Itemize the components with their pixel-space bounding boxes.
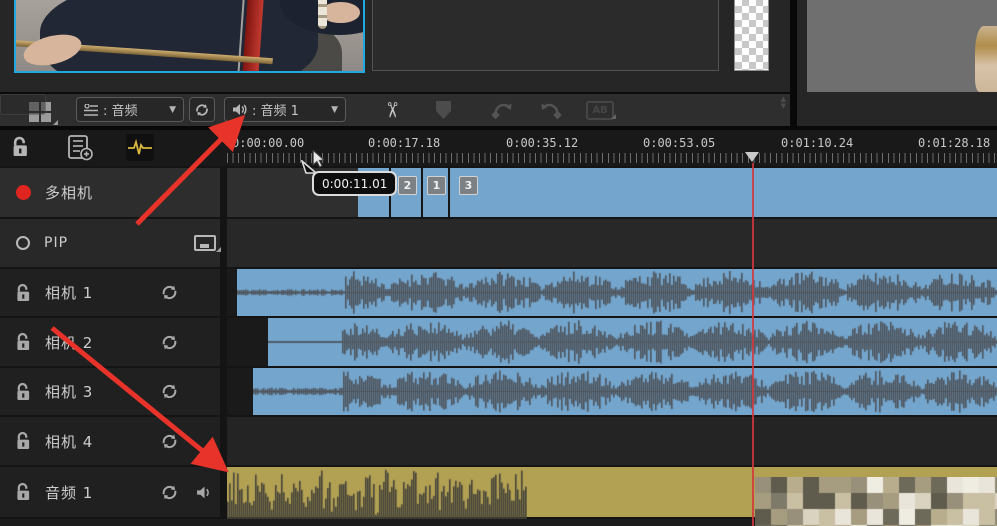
track-head-camera1[interactable]: 相机 1 xyxy=(0,269,220,316)
pixelated-watermark xyxy=(755,477,997,526)
track-row-camera4: 相机 4 xyxy=(0,417,997,465)
track-body-camera3 xyxy=(227,368,997,415)
speaker-icon[interactable] xyxy=(196,485,212,500)
timecode-tooltip: 0:00:11.01 xyxy=(312,171,397,196)
track-row-camera2: 相机 2 xyxy=(0,318,997,366)
mouse-cursor xyxy=(312,150,325,168)
playhead-handle[interactable] xyxy=(745,152,759,162)
split-clip-button[interactable]: ✂ xyxy=(378,96,406,124)
record-indicator-off-icon xyxy=(16,236,30,250)
audio-track-value: : 音频 1 xyxy=(252,100,299,119)
lock-open-icon[interactable] xyxy=(16,431,31,451)
sync-icon[interactable] xyxy=(160,432,179,451)
track-body-pip xyxy=(227,219,997,267)
track-head-pip[interactable]: PIP xyxy=(0,219,220,267)
ruler-label: 0:00:53.05 xyxy=(643,136,715,150)
source-type-value: : 音频 xyxy=(103,100,138,119)
sync-icon xyxy=(194,102,210,118)
ruler-ticks xyxy=(227,153,997,163)
track-row-camera1: 相机 1 xyxy=(0,269,997,316)
track-label: 相机 3 xyxy=(45,381,93,402)
source-type-dropdown[interactable]: : 音频 ▼ xyxy=(76,97,184,122)
preview-image-fragment xyxy=(975,26,997,92)
marker-button[interactable] xyxy=(436,101,451,119)
main-preview xyxy=(807,0,997,92)
track-body-camera4 xyxy=(227,417,997,465)
ruler-label: 0:00:00.00 xyxy=(232,136,304,150)
edit-list-icon[interactable] xyxy=(68,135,93,161)
tooltip-text: 0:00:11.01 xyxy=(322,177,387,191)
camera-number-badge: 2 xyxy=(398,176,417,195)
track-body-camera2 xyxy=(227,318,997,366)
sync-source-button[interactable] xyxy=(189,97,215,122)
track-row-multicam: 多相机 2 1 3 xyxy=(0,168,997,217)
duration-stepper[interactable]: ▲▼ xyxy=(0,94,46,115)
track-label: 相机 1 xyxy=(45,282,93,303)
lock-open-icon[interactable] xyxy=(16,382,31,402)
lock-open-icon[interactable] xyxy=(16,482,31,502)
track-body-camera1 xyxy=(227,269,997,316)
sync-icon[interactable] xyxy=(160,483,179,502)
track-label: 音频 1 xyxy=(45,482,93,503)
track-label: 相机 2 xyxy=(45,332,93,353)
playhead-line[interactable] xyxy=(752,163,754,526)
track-label: PIP xyxy=(44,235,68,251)
camera-number-badge: 1 xyxy=(427,176,446,195)
marker-icon xyxy=(436,101,451,119)
redo-button[interactable] xyxy=(537,100,563,120)
sync-icon[interactable] xyxy=(160,382,179,401)
panel-divider xyxy=(790,0,797,130)
timeline-header: 0:00:00.00 0:00:17.18 0:00:35.12 0:00:53… xyxy=(0,130,997,166)
camera-previews-panel: : 音频 ▼ : 音频 1 ▼ ✂ xyxy=(0,0,790,126)
speaker-icon xyxy=(232,103,247,116)
record-indicator-icon xyxy=(16,185,31,200)
output-preview-panel xyxy=(797,0,997,126)
track-head-camera4[interactable]: 相机 4 xyxy=(0,417,220,465)
camera-preview-empty[interactable] xyxy=(372,0,719,71)
lock-open-icon[interactable] xyxy=(12,135,29,159)
timeline-panel: 0:00:00.00 0:00:17.18 0:00:35.12 0:00:53… xyxy=(0,130,997,526)
camera1-clip[interactable] xyxy=(237,269,997,316)
track-head-audio1[interactable]: 音频 1 xyxy=(0,467,220,517)
sync-icon[interactable] xyxy=(160,283,179,302)
audio-pulse-icon xyxy=(128,139,152,157)
undo-icon xyxy=(490,100,516,120)
stepper-arrows-icon: ▲▼ xyxy=(781,96,786,110)
audio-track-dropdown[interactable]: : 音频 1 ▼ xyxy=(224,97,346,122)
timeline-ruler[interactable]: 0:00:00.00 0:00:17.18 0:00:35.12 0:00:53… xyxy=(227,130,997,166)
chevron-down-icon: ▼ xyxy=(169,105,176,115)
camera3-clip[interactable] xyxy=(253,368,997,415)
toolbar: : 音频 ▼ : 音频 1 ▼ ✂ xyxy=(0,92,790,128)
ruler-label: 0:01:28.18 xyxy=(918,136,990,150)
multicam-clip[interactable]: 3 xyxy=(450,168,997,217)
ruler-label: 0:00:35.12 xyxy=(506,136,578,150)
camera2-clip[interactable] xyxy=(268,318,997,366)
redo-icon xyxy=(537,100,563,120)
undo-button[interactable] xyxy=(490,100,516,120)
lock-open-icon[interactable] xyxy=(16,283,31,303)
track-label: 多相机 xyxy=(45,182,93,203)
lock-open-icon[interactable] xyxy=(16,332,31,352)
ruler-label: 0:01:10.24 xyxy=(781,136,853,150)
track-head-camera3[interactable]: 相机 3 xyxy=(0,368,220,415)
audio-sync-button[interactable] xyxy=(126,134,154,161)
sync-icon[interactable] xyxy=(160,333,179,352)
camera-number-badge: 3 xyxy=(459,176,478,195)
chevron-down-icon: ▼ xyxy=(331,105,338,115)
transition-ab-button[interactable]: AB xyxy=(586,101,614,120)
multicam-clip[interactable]: 1 xyxy=(423,168,448,217)
ab-label: AB xyxy=(592,105,607,116)
track-head-camera2[interactable]: 相机 2 xyxy=(0,318,220,366)
ruler-label: 0:00:17.18 xyxy=(368,136,440,150)
multicam-editor-window: : 音频 ▼ : 音频 1 ▼ ✂ xyxy=(0,0,997,526)
camera-preview-selected[interactable] xyxy=(14,0,365,73)
track-lines-icon xyxy=(84,104,98,116)
pip-overlay-icon[interactable] xyxy=(194,235,216,251)
track-head-multicam[interactable]: 多相机 xyxy=(0,168,220,217)
transparency-checkerboard xyxy=(734,0,769,71)
track-row-camera3: 相机 3 xyxy=(0,368,997,415)
track-label: 相机 4 xyxy=(45,431,93,452)
track-row-pip: PIP xyxy=(0,219,997,267)
